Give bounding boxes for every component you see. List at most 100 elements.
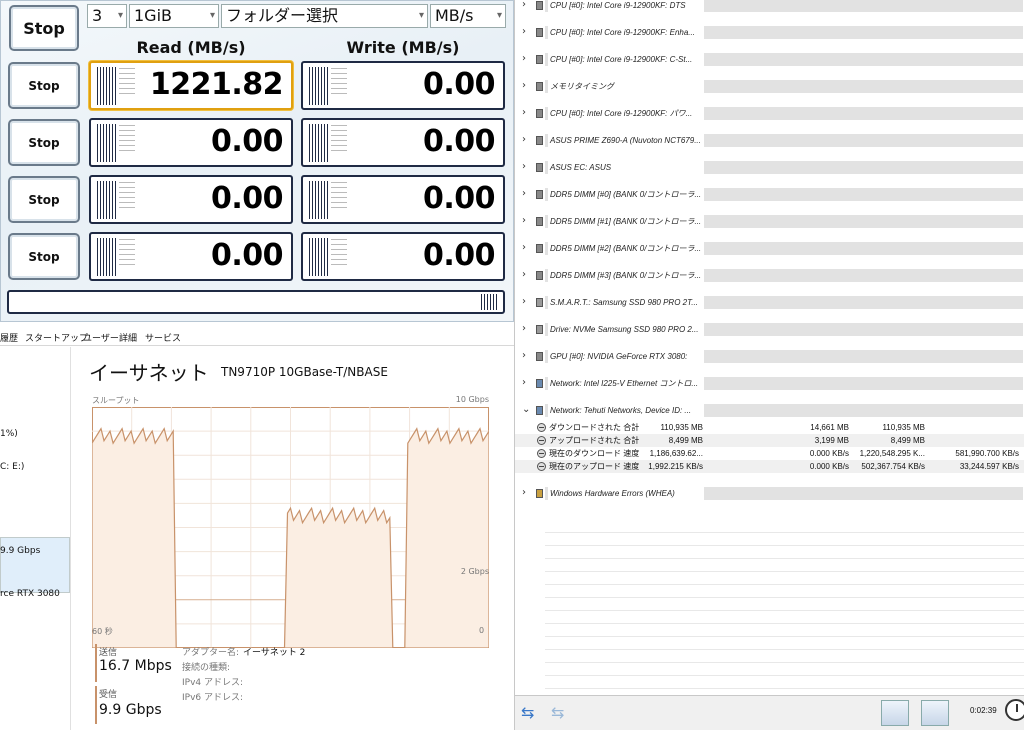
sensor-value-row[interactable]: 現在のアップロード 速度 1,992.215 KB/s 0.000 KB/s 502,…: [515, 460, 1024, 473]
tab-users[interactable]: ユーザー: [83, 331, 119, 344]
net-icon: [536, 406, 543, 415]
chevron-right-icon[interactable]: ›: [522, 0, 526, 11]
read-result-row1: 1221.82: [89, 61, 293, 110]
sidebar-item-ethernet[interactable]: 9.9 Gbps: [0, 546, 40, 556]
sensor-group-row[interactable]: › S.M.A.R.T.: Samsung SSD 980 PRO 2T...: [515, 292, 1024, 312]
sidebar-item-memory-pct[interactable]: 1%): [0, 429, 18, 439]
sensor-group-row[interactable]: › CPU [#0]: Intel Core i9-12900KF: Enha..…: [515, 22, 1024, 42]
meter-icon: [481, 294, 499, 310]
chevron-right-icon[interactable]: ›: [522, 80, 526, 92]
chevron-down-icon[interactable]: ⌄: [522, 404, 530, 416]
chevron-right-icon[interactable]: ›: [522, 134, 526, 146]
sensor-group-row[interactable]: › Network: Intel I225-V Ethernet コントロ...: [515, 373, 1024, 393]
sensor-name: 現在のダウンロード 速度: [549, 449, 640, 458]
sensor-group-label: Drive: NVMe Samsung SSD 980 PRO 2...: [548, 323, 704, 336]
sensor-group-row[interactable]: › ASUS EC: ASUS: [515, 157, 1024, 177]
monitor-icon[interactable]: [881, 700, 909, 726]
sensor-group-row[interactable]: › CPU [#0]: Intel Core i9-12900KF: DTS: [515, 0, 1024, 15]
sensor-group-row[interactable]: › ASUS PRIME Z690-A (Nuvoton NCT679...: [515, 130, 1024, 150]
scale-mid-label: 2 Gbps: [460, 567, 489, 576]
sensor-group-row[interactable]: › Windows Hardware Errors (WHEA): [515, 483, 1024, 503]
chevron-right-icon[interactable]: ›: [522, 377, 526, 389]
chevron-right-icon[interactable]: ›: [522, 26, 526, 38]
sensor-v2: 1,220,548.295 K...: [859, 449, 925, 458]
sensor-v0: 1,992.215 KB/s: [648, 462, 703, 471]
chevron-right-icon[interactable]: ›: [522, 188, 526, 200]
sensor-value-row[interactable]: 現在のダウンロード 速度 1,186,639.62... 0.000 KB/s 1,2…: [515, 447, 1024, 460]
tab-details[interactable]: 詳細: [119, 331, 137, 344]
sensor-group-row[interactable]: › DDR5 DIMM [#1] (BANK 0/コントローラ...: [515, 211, 1024, 231]
sensor-v3: 33,244.597 KB/s: [959, 462, 1019, 471]
sensor-v0: 8,499 MB: [668, 436, 703, 445]
disk-icon: [536, 298, 543, 307]
read-value-row1: 1221.82: [149, 67, 284, 102]
sensor-name: ダウンロードされた 合計: [549, 423, 640, 432]
unit-select[interactable]: MB/s ▾: [430, 4, 506, 28]
chevron-right-icon[interactable]: ›: [522, 269, 526, 281]
chevron-right-icon[interactable]: ›: [522, 242, 526, 254]
sensor-group-row[interactable]: › Drive: NVMe Samsung SSD 980 PRO 2...: [515, 319, 1024, 339]
sensor-group-row[interactable]: ⌄ Network: Tehuti Networks, Device ID: ..…: [515, 400, 1024, 420]
sensor-v2: 110,935 MB: [882, 423, 925, 432]
tab-services[interactable]: サービス: [145, 331, 181, 344]
stop-all-button[interactable]: Stop: [9, 5, 79, 51]
target-select[interactable]: フォルダー選択 ▾: [221, 4, 428, 28]
sensor-empty-grid: [545, 520, 1024, 690]
sensor-group-row[interactable]: › DDR5 DIMM [#3] (BANK 0/コントローラ...: [515, 265, 1024, 285]
chevron-right-icon[interactable]: ›: [522, 296, 526, 308]
ticks: [331, 125, 347, 155]
chevron-right-icon[interactable]: ›: [522, 323, 526, 335]
sensor-group-label: Windows Hardware Errors (WHEA): [548, 487, 704, 500]
sensor-group-label: CPU [#0]: Intel Core i9-12900KF: Enha...: [548, 26, 704, 39]
chevron-right-icon[interactable]: ›: [522, 53, 526, 65]
stop-button-row4[interactable]: Stop: [8, 233, 80, 280]
sidebar-item-gpu[interactable]: rce RTX 3080: [0, 589, 60, 599]
sensor-group-label: CPU [#0]: Intel Core i9-12900KF: C-St...: [548, 53, 704, 66]
stop-button-row2[interactable]: Stop: [8, 119, 80, 166]
count-select[interactable]: 3 ▾: [87, 4, 127, 28]
sensor-value-row[interactable]: アップロードされた 合計 8,499 MB 3,199 MB 8,499 MB: [515, 434, 1024, 447]
task-manager: 履歴 スタートアップ ユーザー 詳細 サービス 1%) C: E:) 9.9 G…: [0, 320, 514, 730]
write-value-row1: 0.00: [422, 67, 496, 102]
chevron-right-icon[interactable]: ›: [522, 215, 526, 227]
sensor-group-band: DDR5 DIMM [#3] (BANK 0/コントローラ...: [545, 269, 1023, 282]
sensor-group-band: Windows Hardware Errors (WHEA): [545, 487, 1023, 500]
tab-startup[interactable]: スタートアップ: [25, 331, 88, 344]
sensor-group-row[interactable]: › DDR5 DIMM [#0] (BANK 0/コントローラ...: [515, 184, 1024, 204]
read-result-row4: 0.00: [89, 232, 293, 281]
size-select[interactable]: 1GiB ▾: [129, 4, 219, 28]
clock-icon[interactable]: [1005, 699, 1024, 721]
stop-button-row1[interactable]: Stop: [8, 62, 80, 109]
chevron-right-icon[interactable]: ›: [522, 350, 526, 362]
sensor-v2: 8,499 MB: [890, 436, 925, 445]
prop-adapter-value: イーサネット 2: [243, 648, 306, 658]
chevron-right-icon[interactable]: ›: [522, 487, 526, 499]
cpu-icon: [536, 55, 543, 64]
sensor-group-row[interactable]: › CPU [#0]: Intel Core i9-12900KF: C-St..…: [515, 49, 1024, 69]
stop-button-row3[interactable]: Stop: [8, 176, 80, 223]
chevron-right-icon[interactable]: ›: [522, 161, 526, 173]
sensor-group-row[interactable]: › GPU [#0]: NVIDIA GeForce RTX 3080:: [515, 346, 1024, 366]
ticks: [119, 68, 135, 98]
sensor-value-row[interactable]: ダウンロードされた 合計 110,935 MB 14,661 MB 110,935 M…: [515, 421, 1024, 434]
write-value-row4: 0.00: [422, 238, 496, 273]
chevron-right-icon[interactable]: ›: [522, 107, 526, 119]
sensor-group-band: CPU [#0]: Intel Core i9-12900KF: DTS: [545, 0, 1023, 12]
sensor-group-band: DDR5 DIMM [#1] (BANK 0/コントローラ...: [545, 215, 1023, 228]
chevron-down-icon: ▾: [418, 10, 424, 21]
sensor-v0: 1,186,639.62...: [649, 449, 703, 458]
sensor-group-row[interactable]: › メモリタイミング: [515, 76, 1024, 96]
cpu-icon: [536, 271, 543, 280]
ticks: [119, 182, 135, 212]
cpu-icon: [536, 1, 543, 10]
nav-arrows-icon[interactable]: ⇆: [521, 705, 534, 721]
sidebar-item-disk[interactable]: C: E:): [0, 462, 24, 472]
cpu-icon: [536, 352, 543, 361]
nav-arrows-disabled-icon: ⇆: [551, 703, 565, 722]
tab-history[interactable]: 履歴: [0, 331, 18, 344]
sensor-group-row[interactable]: › DDR5 DIMM [#2] (BANK 0/コントローラ...: [515, 238, 1024, 258]
sensor-group-row[interactable]: › CPU [#0]: Intel Core i9-12900KF: パワ...: [515, 103, 1024, 123]
write-result-row2: 0.00: [301, 118, 505, 167]
count-value: 3: [92, 6, 103, 25]
network-icon[interactable]: [921, 700, 949, 726]
